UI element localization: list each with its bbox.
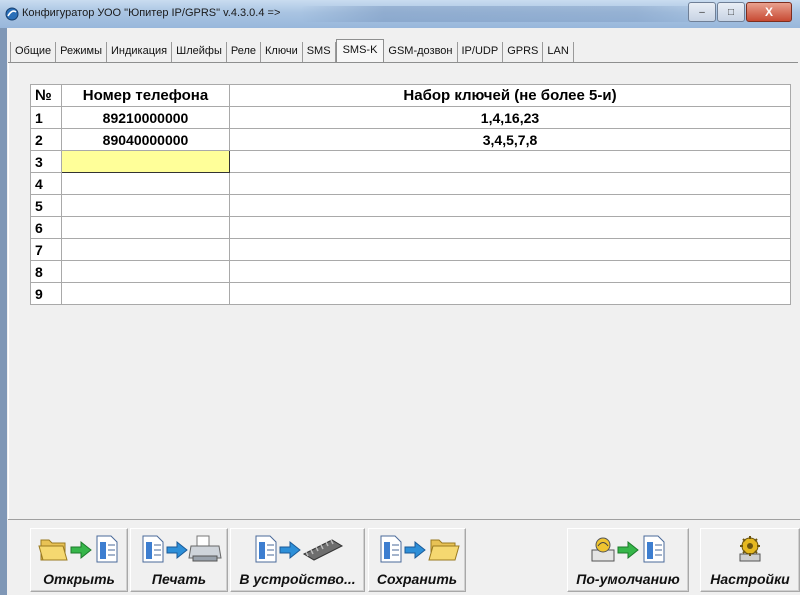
to-device-button-icons xyxy=(231,532,364,564)
column-header-phone: Номер телефона xyxy=(61,84,230,107)
tab-relay[interactable]: Реле xyxy=(227,42,261,62)
phone-cell[interactable] xyxy=(61,172,230,195)
table-row: 3 xyxy=(30,150,791,173)
table-row: 1 89210000000 1,4,16,23 xyxy=(30,106,791,129)
row-number: 2 xyxy=(30,128,62,151)
keys-cell[interactable]: 3,4,5,7,8 xyxy=(229,128,791,151)
folder-icon xyxy=(428,539,460,561)
keys-cell[interactable] xyxy=(229,260,791,283)
open-button[interactable]: Открыть xyxy=(30,528,128,592)
keys-cell[interactable] xyxy=(229,194,791,217)
chip-icon xyxy=(302,539,343,561)
document-icon xyxy=(255,535,276,563)
title-bar[interactable]: Конфигуратор УОО "Юпитер IP/GPRS" v.4.3.… xyxy=(0,0,800,28)
app-logo-icon xyxy=(5,7,19,21)
open-button-icons xyxy=(31,532,127,564)
arrow-right-icon xyxy=(279,540,301,560)
row-number: 1 xyxy=(30,106,62,129)
tab-gprs[interactable]: GPRS xyxy=(503,42,544,62)
keys-cell[interactable] xyxy=(229,282,791,305)
to-device-button-label: В устройство... xyxy=(239,571,356,587)
app-window: Конфигуратор УОО "Юпитер IP/GPRS" v.4.3.… xyxy=(0,0,800,595)
printer-icon xyxy=(188,535,222,562)
print-button[interactable]: Печать xyxy=(130,528,228,592)
window-controls: – □ X xyxy=(687,2,792,22)
document-icon xyxy=(96,535,118,563)
column-header-num: № xyxy=(30,84,62,107)
settings-button-label: Настройки xyxy=(710,571,790,587)
arrow-right-icon xyxy=(70,540,92,560)
defaults-button-icons xyxy=(568,532,688,564)
phone-keys-table: № Номер телефона Набор ключей (не более … xyxy=(30,84,791,305)
minimize-button[interactable]: – xyxy=(688,2,716,22)
document-icon xyxy=(142,535,164,563)
settings-button[interactable]: Настройки xyxy=(700,528,800,592)
phone-cell[interactable] xyxy=(61,282,230,305)
keys-cell[interactable] xyxy=(229,238,791,261)
row-number: 8 xyxy=(30,260,62,283)
table-row: 6 xyxy=(30,216,791,239)
row-number: 9 xyxy=(30,282,62,305)
defaults-button[interactable]: По-умолчанию xyxy=(567,528,689,592)
tab-loops[interactable]: Шлейфы xyxy=(172,42,227,62)
tab-ip-udp[interactable]: IP/UDP xyxy=(458,42,504,62)
table-row: 2 89040000000 3,4,5,7,8 xyxy=(30,128,791,151)
left-frame-edge xyxy=(0,28,7,595)
defaults-button-label: По-умолчанию xyxy=(576,571,680,587)
phone-cell[interactable]: 89040000000 xyxy=(61,128,230,151)
tab-lan[interactable]: LAN xyxy=(543,42,574,62)
title-blur xyxy=(300,6,720,22)
save-button[interactable]: Сохранить xyxy=(368,528,466,592)
document-icon xyxy=(380,535,402,563)
folder-icon xyxy=(38,539,68,561)
row-number: 7 xyxy=(30,238,62,261)
keys-cell[interactable]: 1,4,16,23 xyxy=(229,106,791,129)
save-button-icons xyxy=(369,532,465,564)
table-row: 8 xyxy=(30,260,791,283)
phone-cell[interactable] xyxy=(61,238,230,261)
keys-cell[interactable] xyxy=(229,172,791,195)
tab-indication[interactable]: Индикация xyxy=(107,42,173,62)
close-button[interactable]: X xyxy=(746,2,792,22)
row-number: 4 xyxy=(30,172,62,195)
tab-keys[interactable]: Ключи xyxy=(261,42,303,62)
table-row: 9 xyxy=(30,282,791,305)
phone-cell[interactable] xyxy=(61,216,230,239)
tab-modes[interactable]: Режимы xyxy=(56,42,107,62)
tab-strip: Общие Режимы Индикация Шлейфы Реле Ключи… xyxy=(10,39,574,62)
print-button-label: Печать xyxy=(151,571,207,587)
settings-button-icons xyxy=(701,532,799,564)
document-icon xyxy=(643,535,665,563)
tab-general[interactable]: Общие xyxy=(10,42,57,62)
open-button-label: Открыть xyxy=(43,571,115,587)
row-number: 3 xyxy=(30,150,62,173)
arrow-right-icon xyxy=(404,540,426,560)
row-number: 6 xyxy=(30,216,62,239)
phone-cell[interactable] xyxy=(61,194,230,217)
table-row: 5 xyxy=(30,194,791,217)
phone-cell-selected[interactable] xyxy=(61,150,230,173)
table-header-row: № Номер телефона Набор ключей (не более … xyxy=(30,84,791,107)
table-row: 4 xyxy=(30,172,791,195)
arrow-right-icon xyxy=(166,540,188,560)
keys-cell[interactable] xyxy=(229,150,791,173)
window-title: Конфигуратор УОО "Юпитер IP/GPRS" v.4.3.… xyxy=(22,7,281,19)
row-number: 5 xyxy=(30,194,62,217)
to-device-button[interactable]: В устройство... xyxy=(230,528,365,592)
phone-cell[interactable]: 89210000000 xyxy=(61,106,230,129)
save-button-label: Сохранить xyxy=(376,571,458,587)
tab-sms-k[interactable]: SMS-K xyxy=(335,39,385,62)
maximize-button[interactable]: □ xyxy=(717,2,745,22)
device-icon xyxy=(591,537,615,562)
tab-sms[interactable]: SMS xyxy=(303,42,336,62)
keys-cell[interactable] xyxy=(229,216,791,239)
phone-cell[interactable] xyxy=(61,260,230,283)
table-row: 7 xyxy=(30,238,791,261)
arrow-right-icon xyxy=(617,540,639,560)
print-button-icons xyxy=(131,532,227,564)
column-header-keys: Набор ключей (не более 5-и) xyxy=(229,84,791,107)
tab-gsm-dial[interactable]: GSM-дозвон xyxy=(384,42,458,62)
gear-icon xyxy=(739,536,761,562)
